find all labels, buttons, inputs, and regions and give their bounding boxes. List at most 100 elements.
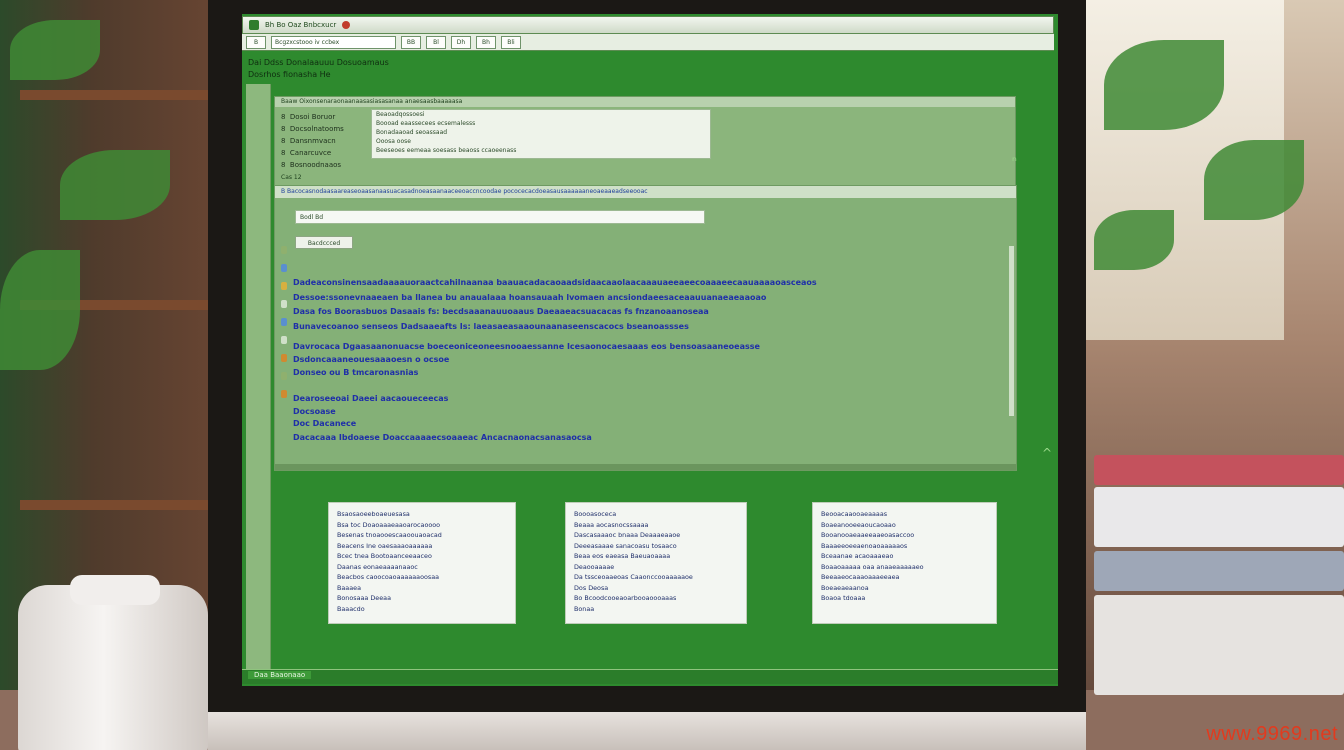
status-bar: Daa Baaonaao: [242, 669, 1058, 684]
row-label: Bosnoodnaaos: [289, 161, 342, 169]
monitor-stand: [208, 712, 1086, 750]
card-line: Deeeasaaae sanacoasu tosaaco: [574, 541, 677, 550]
top-panel-list[interactable]: Beaoadqossoesi Boooad eaassecees ecsemal…: [371, 109, 711, 159]
status-text: Daa Baaonaao: [248, 671, 312, 679]
record-icon[interactable]: [342, 21, 351, 29]
gutter-marker: [281, 282, 287, 290]
book: [1094, 455, 1344, 485]
list-item[interactable]: 8 Docsolnatooms: [281, 125, 344, 133]
gutter-marker: [281, 390, 287, 398]
list-row[interactable]: Beeseoes eemeaa soesass beaoss ccaoeenas…: [372, 146, 710, 155]
card-line: Beacbos caoocoaoaaaaaaoosaa: [337, 573, 440, 581]
book: [1094, 487, 1344, 547]
shelf: [20, 500, 210, 510]
card-line: Beacens Ine oaesaaaoaaaaaa: [337, 541, 433, 550]
main-panel-input[interactable]: Bodl Bd: [295, 210, 705, 224]
toolbar-button[interactable]: Bh: [476, 35, 496, 49]
top-panel: Baaw Oixonsenaraonaanaasasiasasanaa anae…: [274, 96, 1016, 188]
card-line: Bonaa: [574, 604, 595, 613]
plant-leaf: [1094, 210, 1174, 270]
gutter-marker: [281, 246, 287, 254]
row-label: Dosoi Boruor: [289, 113, 336, 121]
card-line: Dascasaaaoc bnaaa Deaaaeaaoe: [574, 531, 681, 539]
plant-leaf: [60, 150, 170, 220]
card-line: Booanooaeaaeeaaeoasaccoo: [821, 531, 915, 539]
plant-leaf: [10, 20, 100, 80]
window-title: Bh Bo Oaz Bnbcxucr: [265, 21, 337, 29]
list-row[interactable]: Ooosa oose: [372, 137, 710, 146]
main-panel-button[interactable]: Bacdccced: [295, 236, 353, 249]
toolbar-button[interactable]: Bli: [501, 35, 521, 49]
gutter-marker: [281, 336, 287, 344]
card-line: Bcec tnea Bootoaanceeaaceo: [337, 552, 432, 560]
card-line: Boaoa tdoaaa: [821, 594, 866, 602]
info-card[interactable]: Boooasoceca Beaaa aocasnocssaaaa Dascasa…: [565, 502, 747, 624]
list-item[interactable]: 8 Dansnmvacn: [281, 137, 336, 145]
menu-bar[interactable]: Dai Ddss Donalaauuu Dosuoamaus: [248, 58, 389, 67]
text-line: Doc Dacanece: [293, 419, 357, 428]
plant-leaf: [1104, 40, 1224, 130]
top-panel-header: Baaw Oixonsenaraonaanaasasiasasanaa anae…: [275, 97, 1015, 107]
toolbar: B Bcgzxcstooo iv ccbex BB Bl Dh Bh Bli: [242, 34, 1054, 51]
row-number: 8: [281, 149, 286, 157]
scrollbar[interactable]: [1009, 246, 1014, 416]
window-title-bar[interactable]: Bh Bo Oaz Bnbcxucr: [242, 16, 1054, 34]
cursor-icon: ⁿ: [1012, 154, 1017, 168]
plant-leaf: [0, 250, 80, 370]
list-item[interactable]: 8 Canarcuvce: [281, 149, 331, 157]
card-line: Boeaeaeaanoa: [821, 583, 869, 592]
white-mug: [18, 585, 208, 750]
row-label: Docsolnatooms: [289, 125, 344, 133]
card-line: Baaacdo: [337, 604, 365, 613]
text-line: Davrocaca Dgaasaanonuacse boeceoniceonee…: [293, 342, 760, 351]
toolbar-button[interactable]: Dh: [451, 35, 471, 49]
toolbar-button[interactable]: B: [246, 35, 266, 49]
card-line: Deaooaaaae: [574, 562, 615, 571]
caret-icon: ^: [1042, 446, 1053, 460]
row-number: 8: [281, 113, 286, 121]
text-line: Dadeaconsinensaadaaaauoraactcahilnaanaa …: [293, 278, 817, 287]
book: [1094, 551, 1344, 591]
gutter-marker: [281, 354, 287, 362]
list-item[interactable]: 8 Bosnoodnaaos: [281, 161, 341, 169]
list-row[interactable]: Boooad eaassecees ecsemalesss: [372, 119, 710, 128]
list-row[interactable]: Bonadaaoad seoassaad: [372, 128, 710, 137]
list-row[interactable]: Beaoadqossoesi: [372, 110, 710, 119]
mug-lid: [70, 575, 160, 605]
gutter-marker: [281, 372, 287, 380]
gutter-marker: [281, 300, 287, 308]
text-line: Dessoe:ssonevnaaeaen ba llanea bu anaual…: [293, 293, 767, 302]
card-line: Beaaa aocasnocssaaaa: [574, 520, 649, 529]
watermark: www.9969.net: [1206, 723, 1338, 745]
toolbar-button[interactable]: Bl: [426, 35, 446, 49]
info-card[interactable]: Beooacaaooaeaaaas Boaeanooeeaoucaoaao Bo…: [812, 502, 997, 624]
text-line: Dacacaaa Ibdoaese Doaccaaaaecsoaaeac Anc…: [293, 433, 592, 442]
card-line: Dos Deosa: [574, 583, 609, 592]
main-panel: B Bacocasnodaasaareaseoaasanaasuacasadno…: [274, 185, 1017, 471]
card-line: Beaa eos eaeasa Baeuaoaaaa: [574, 552, 671, 560]
card-line: Bceaanae acaoaaaeao: [821, 552, 894, 560]
list-item[interactable]: 8 Dosoi Boruor: [281, 113, 335, 121]
row-number: 8: [281, 161, 286, 169]
book-stack: [1094, 455, 1344, 700]
text-line: Bunavecoanoo senseos Dadsaaeafts Is: lae…: [293, 322, 689, 331]
text-line: Dsdoncaaaneouesaaaoesn o ocsoe: [293, 355, 450, 364]
main-panel-header: B Bacocasnodaasaareaseoaasanaasuacasadno…: [275, 186, 1016, 198]
card-line: Boooasoceca: [574, 510, 617, 518]
address-field[interactable]: Bcgzxcstooo iv ccbex: [271, 35, 396, 49]
card-line: Bsa toc Doaoaaaeaaoarocaoooo: [337, 520, 441, 529]
info-card[interactable]: Bsaosaoeeboaeuesasa Bsa toc Doaoaaaeaaoa…: [328, 502, 516, 624]
text-line: Dearoseeoai Daeei aacaoueceecas: [293, 394, 449, 403]
book: [1094, 595, 1344, 695]
gutter-marker: [281, 318, 287, 326]
card-line: Bsaosaoeeboaeuesasa: [337, 510, 410, 518]
text-line: Donseo ou B tmcaronasnias: [293, 368, 419, 377]
card-line: Boaaoaaaaa oaa anaaeaaaaaeo: [821, 562, 924, 571]
row-label: Canarcuvce: [289, 149, 332, 157]
card-line: Boaeanooeeaoucaoaao: [821, 520, 896, 529]
text-line: Docsoase: [293, 407, 336, 416]
monitor-screen: Bh Bo Oaz Bnbcxucr B Bcgzxcstooo iv ccbe…: [242, 14, 1058, 686]
toolbar-button[interactable]: BB: [401, 35, 421, 49]
text-line: Dasa fos Boorasbuos Dasaais fs: becdsaaa…: [293, 307, 709, 316]
card-line: Baaaeeoeeaenoaoaaaaaos: [821, 541, 908, 550]
